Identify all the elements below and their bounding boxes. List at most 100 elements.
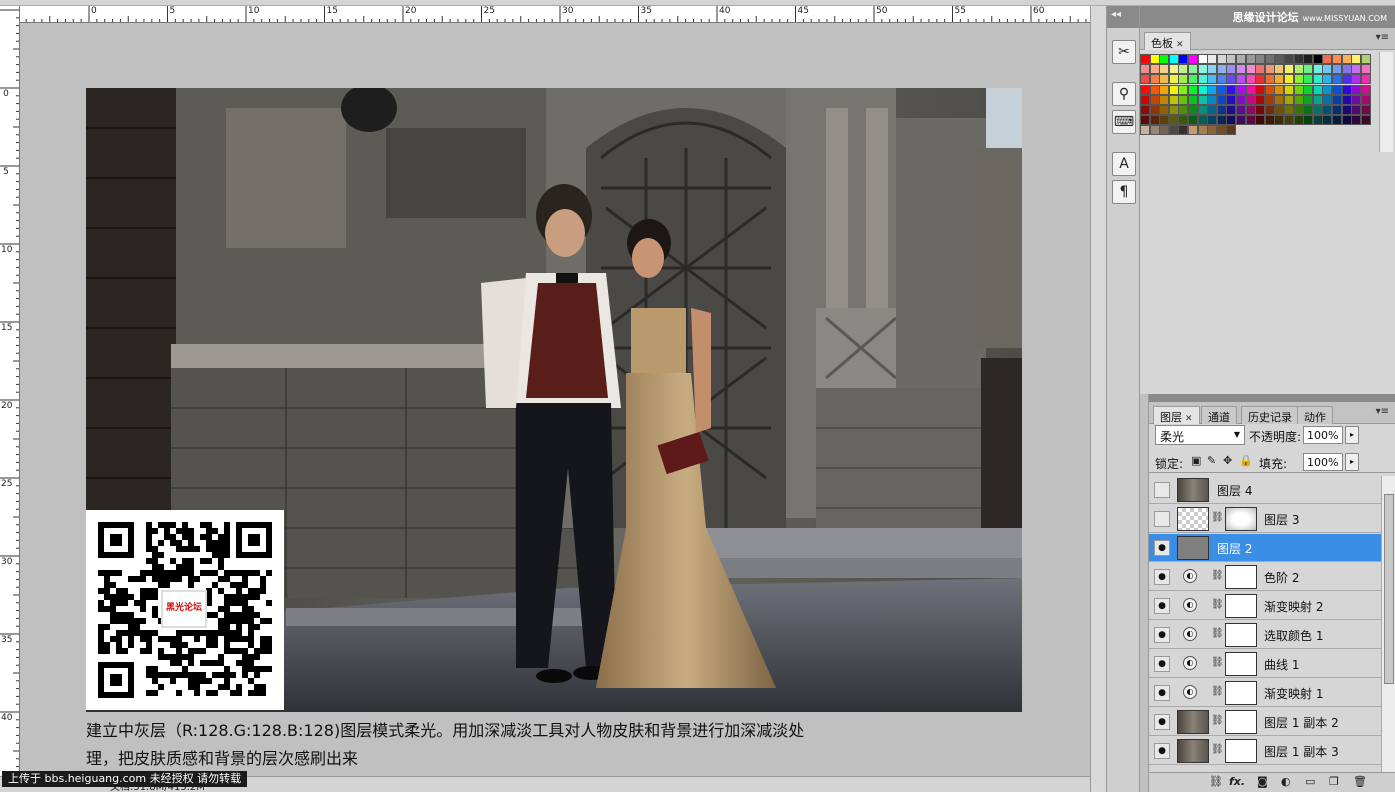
color-swatch[interactable] [1159, 54, 1170, 64]
lock-all-icon[interactable]: 🔒 [1239, 454, 1253, 467]
layer-row[interactable]: 图层 4 [1149, 476, 1381, 504]
color-swatch[interactable] [1293, 115, 1304, 126]
color-swatch[interactable] [1360, 105, 1371, 115]
color-swatch[interactable] [1341, 54, 1352, 64]
color-swatch[interactable] [1236, 74, 1246, 85]
color-swatch[interactable] [1168, 84, 1179, 95]
color-swatch[interactable] [1351, 94, 1362, 105]
color-swatch[interactable] [1293, 105, 1304, 115]
color-swatch[interactable] [1351, 84, 1362, 95]
layers-scroll-thumb[interactable] [1384, 494, 1394, 684]
color-swatch[interactable] [1351, 105, 1362, 115]
color-swatch[interactable] [1360, 64, 1371, 75]
color-swatch[interactable] [1351, 74, 1362, 85]
clone-stamp-icon[interactable]: ⚲ [1112, 82, 1136, 106]
color-swatch[interactable] [1236, 105, 1246, 115]
color-swatch[interactable] [1216, 54, 1227, 64]
color-swatch[interactable] [1245, 115, 1256, 126]
color-swatch[interactable] [1312, 84, 1323, 95]
color-swatch[interactable] [1360, 115, 1371, 126]
visibility-eye-icon[interactable]: ● [1154, 540, 1170, 556]
color-swatch[interactable] [1312, 74, 1323, 85]
color-swatch[interactable] [1341, 94, 1352, 105]
layer-row[interactable]: ● ⛓ 图层 1 副本 3 [1149, 737, 1381, 765]
color-swatch[interactable] [1255, 105, 1266, 115]
color-swatch[interactable] [1226, 115, 1237, 126]
new-group-icon[interactable]: ▭ [1305, 775, 1315, 788]
color-swatch[interactable] [1245, 84, 1256, 95]
color-swatch[interactable] [1264, 74, 1275, 85]
visibility-eye-icon[interactable]: ● [1154, 685, 1170, 701]
color-swatch[interactable] [1303, 115, 1314, 126]
visibility-eye-icon[interactable]: ● [1154, 569, 1170, 585]
color-swatch[interactable] [1188, 74, 1198, 85]
paragraph-icon[interactable]: ¶ [1112, 180, 1136, 204]
color-swatch[interactable] [1149, 94, 1160, 105]
link-chain-icon[interactable]: ⛓ [1211, 744, 1224, 755]
color-swatch[interactable] [1332, 64, 1342, 75]
color-swatch[interactable] [1226, 54, 1237, 64]
layer-row[interactable]: ● ⛓ 图层 1 副本 2 [1149, 708, 1381, 736]
fx-icon[interactable]: fx. [1229, 775, 1245, 788]
link-chain-icon[interactable]: ⛓ [1211, 715, 1224, 726]
color-swatch[interactable] [1284, 84, 1294, 95]
color-swatch[interactable] [1284, 54, 1294, 64]
color-swatch[interactable] [1351, 64, 1362, 75]
color-swatch[interactable] [1178, 54, 1189, 64]
color-swatch[interactable] [1322, 105, 1333, 115]
color-swatch[interactable] [1178, 105, 1189, 115]
color-swatch[interactable] [1188, 125, 1198, 136]
color-swatch[interactable] [1332, 54, 1342, 64]
color-swatch[interactable] [1178, 74, 1189, 85]
color-swatch[interactable] [1188, 64, 1198, 75]
color-swatch[interactable] [1245, 74, 1256, 85]
color-swatch[interactable] [1178, 125, 1189, 136]
delete-layer-icon[interactable]: 🗑 [1353, 775, 1367, 788]
fill-field[interactable]: 100% [1303, 453, 1343, 471]
color-swatch[interactable] [1168, 125, 1179, 136]
color-swatch[interactable] [1284, 94, 1294, 105]
color-swatch[interactable] [1284, 115, 1294, 126]
lock-position-icon[interactable]: ✥ [1223, 454, 1232, 467]
color-swatch[interactable] [1255, 54, 1266, 64]
color-swatch[interactable] [1216, 74, 1227, 85]
color-swatch[interactable] [1207, 74, 1218, 85]
color-swatch[interactable] [1293, 94, 1304, 105]
layer-thumbnail[interactable] [1177, 507, 1209, 531]
color-swatch[interactable] [1332, 105, 1342, 115]
color-swatch[interactable] [1149, 74, 1160, 85]
opacity-slider-button[interactable]: ▸ [1345, 426, 1359, 444]
color-swatch[interactable] [1322, 74, 1333, 85]
layer-mask-thumbnail[interactable] [1225, 739, 1257, 763]
layer-row[interactable]: ● ◐ ⛓ 选取颜色 1 [1149, 621, 1381, 649]
color-swatch[interactable] [1140, 84, 1150, 95]
layer-mask-thumbnail[interactable] [1225, 710, 1257, 734]
color-swatch[interactable] [1207, 115, 1218, 126]
color-swatch[interactable] [1197, 94, 1208, 105]
fill-slider-button[interactable]: ▸ [1345, 453, 1359, 471]
color-swatch[interactable] [1236, 84, 1246, 95]
color-swatch[interactable] [1312, 105, 1323, 115]
visibility-eye-icon[interactable]: ● [1154, 714, 1170, 730]
layer-mask-thumbnail[interactable] [1225, 565, 1257, 589]
color-swatch[interactable] [1140, 74, 1150, 85]
color-swatch[interactable] [1322, 94, 1333, 105]
color-swatch[interactable] [1360, 94, 1371, 105]
layer-thumbnail[interactable] [1177, 536, 1209, 560]
color-swatch[interactable] [1216, 64, 1227, 75]
layer-mask-thumbnail[interactable] [1225, 652, 1257, 676]
new-layer-icon[interactable]: ❐ [1329, 775, 1339, 788]
tab-layers[interactable]: 图层 ✕ [1153, 406, 1200, 424]
color-swatch[interactable] [1178, 64, 1189, 75]
link-chain-icon[interactable]: ⛓ [1211, 628, 1224, 639]
color-swatch[interactable] [1303, 74, 1314, 85]
close-icon[interactable]: ✕ [1185, 414, 1193, 424]
color-swatch[interactable] [1197, 64, 1208, 75]
color-swatch[interactable] [1360, 54, 1371, 64]
color-swatch[interactable] [1226, 105, 1237, 115]
color-swatch[interactable] [1332, 94, 1342, 105]
layer-mask-thumbnail[interactable] [1225, 594, 1257, 618]
color-swatch[interactable] [1274, 105, 1285, 115]
color-swatch[interactable] [1332, 74, 1342, 85]
panel-menu-icon[interactable]: ▾≡ [1376, 32, 1389, 43]
